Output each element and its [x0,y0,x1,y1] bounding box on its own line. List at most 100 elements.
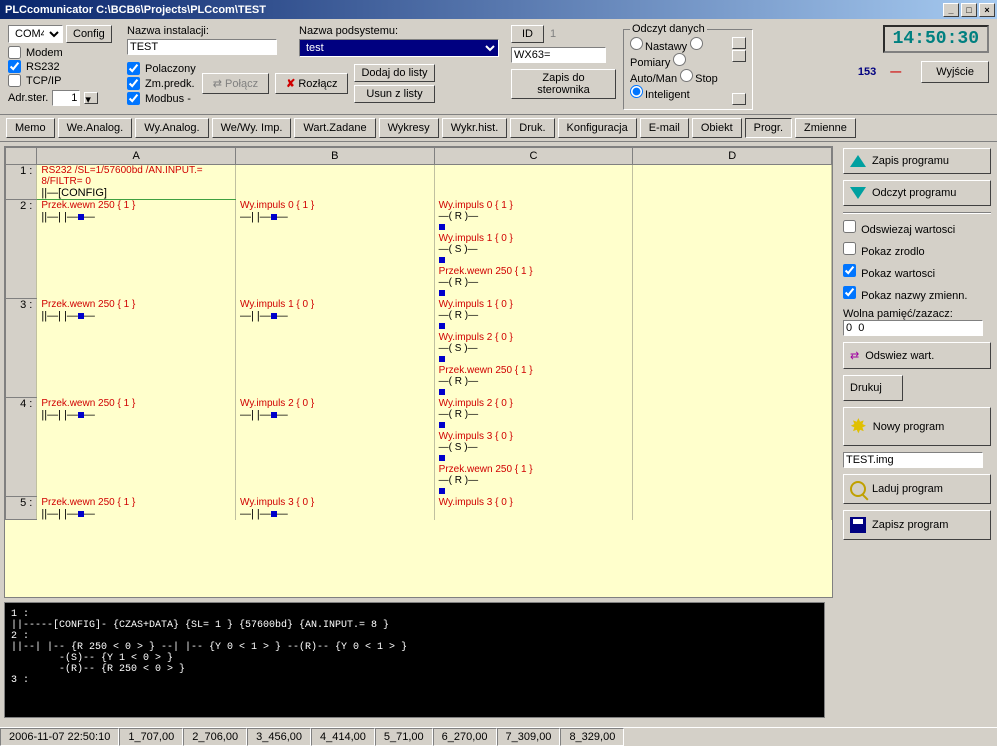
tab-memo[interactable]: Memo [6,118,55,138]
install-input[interactable] [127,39,277,55]
modem-checkbox[interactable]: Modem [8,46,115,59]
config-button[interactable]: Config [66,25,112,43]
cell-b[interactable] [236,165,435,200]
pokaz-nazwy-checkbox[interactable]: Pokaz nazwy zmienn. [843,286,991,302]
tab-obiekt[interactable]: Obiekt [692,118,742,138]
tab-wyanalog[interactable]: Wy.Analog. [135,118,208,138]
od-btn2[interactable] [732,50,746,62]
status-number: 153 [858,66,876,78]
nowy-program-button[interactable]: ✸ Nowy program [843,407,991,446]
odswiezaj-checkbox[interactable]: Odswiezaj wartosci [843,220,991,236]
wyjscie-button[interactable]: Wyjście [921,61,989,83]
tab-wykrhist[interactable]: Wykr.hist. [442,118,508,138]
pokaz-zrodlo-checkbox[interactable]: Pokaz zrodlo [843,242,991,258]
star-icon: ✸ [850,414,867,439]
status-cell: 2006-11-07 22:50:10 [0,728,119,746]
cell-b[interactable]: Wy.impuls 1 { 0 }—| |—— [236,299,435,398]
odswiez-wart-button[interactable]: ⇄ Odswiez wart. [843,342,991,369]
zapis-sterownik-button[interactable]: Zapis do sterownika [511,69,616,99]
status-cell: 6_270,00 [433,728,497,746]
close-button[interactable]: × [979,3,995,17]
tcpip-checkbox[interactable]: TCP/IP [8,74,115,87]
odczyt-programu-button[interactable]: Odczyt programu [843,180,991,206]
od-btn1[interactable] [732,37,746,49]
adr-spinner[interactable]: ▾ [84,92,98,104]
clock: 14:50:30 [883,25,989,53]
wx-input[interactable] [511,47,606,63]
col-A[interactable]: A [37,148,236,165]
drukuj-button[interactable]: Drukuj [843,375,903,401]
rownum[interactable]: 1 : [6,165,37,200]
rownum[interactable]: 4 : [6,398,37,497]
minimize-button[interactable]: _ [943,3,959,17]
cell-a[interactable]: Przek.wewn 250 { 1 }||—| |—— [37,398,236,497]
nastawy-radio[interactable]: Nastawy [630,41,687,53]
cell-d[interactable] [633,200,832,299]
polacz-button[interactable]: ⇄ Połącz [202,73,269,94]
subsys-select[interactable]: test [299,39,499,57]
stop-radio[interactable]: Stop [680,73,718,85]
cell-d[interactable] [633,165,832,200]
tab-zmienne[interactable]: Zmienne [795,118,856,138]
tab-progr[interactable]: Progr. [745,118,792,138]
rownum[interactable]: 2 : [6,200,37,299]
tab-wykresy[interactable]: Wykresy [379,118,439,138]
col-B[interactable]: B [236,148,435,165]
tab-wewyimp[interactable]: We/Wy. Imp. [212,118,292,138]
zapis-programu-button[interactable]: Zapis programu [843,148,991,174]
usun-button[interactable]: Usun z listy [354,85,434,103]
rownum[interactable]: 3 : [6,299,37,398]
status-cell: 7_309,00 [497,728,561,746]
tab-druk[interactable]: Druk. [510,118,554,138]
modbus-checkbox[interactable]: Modbus - [127,92,196,105]
laduj-program-button[interactable]: Laduj program [843,474,991,504]
polaczony-checkbox[interactable]: Polaczony [127,62,196,75]
cell-d[interactable] [633,299,832,398]
cell-c[interactable]: Wy.impuls 0 { 1 }—( R )—Wy.impuls 1 { 0 … [434,200,633,299]
cell-c[interactable]: Wy.impuls 1 { 0 }—( R )—Wy.impuls 2 { 0 … [434,299,633,398]
cell-a[interactable]: Przek.wewn 250 { 1 }||—| |—— [37,299,236,398]
maximize-button[interactable]: □ [961,3,977,17]
cell-c[interactable] [434,165,633,200]
status-cell: 8_329,00 [560,728,624,746]
cell-a[interactable]: Przek.wewn 250 { 1 }||—| |—— [37,200,236,299]
zmpredk-checkbox[interactable]: Zm.predk. [127,77,196,90]
pokaz-wartosci-checkbox[interactable]: Pokaz wartosci [843,264,991,280]
cell-b[interactable]: Wy.impuls 2 { 0 }—| |—— [236,398,435,497]
top-panel: COM4 Config Modem RS232 TCP/IP Adr.ster.… [0,19,997,115]
file-input[interactable] [843,452,983,468]
tab-wartzadane[interactable]: Wart.Zadane [294,118,375,138]
adr-input[interactable] [52,90,80,106]
cell-b[interactable]: Wy.impuls 0 { 1 }—| |—— [236,200,435,299]
rownum[interactable]: 5 : [6,497,37,520]
id-button[interactable]: ID [511,25,544,43]
tab-bar: MemoWe.Analog.Wy.Analog.We/Wy. Imp.Wart.… [0,115,997,142]
rs232-checkbox[interactable]: RS232 [8,60,115,73]
ladder-sheet[interactable]: ABCD 1 :RS232 /SL=1/57600bd /AN.INPUT.= … [4,146,833,598]
cell-a[interactable]: Przek.wewn 250 { 1 }||—| |—— [37,497,236,520]
cell-c[interactable]: Wy.impuls 2 { 0 }—( R )—Wy.impuls 3 { 0 … [434,398,633,497]
od-btn3[interactable] [732,93,746,105]
install-label: Nazwa instalacji: [127,25,289,37]
status-cell: 1_707,00 [119,728,183,746]
tab-weanalog[interactable]: We.Analog. [58,118,133,138]
cell-c[interactable]: Wy.impuls 3 { 0 } [434,497,633,520]
dodaj-button[interactable]: Dodaj do listy [354,64,434,82]
cell-b[interactable]: Wy.impuls 3 { 0 }—| |—— [236,497,435,520]
cell-d[interactable] [633,497,832,520]
window-title: PLCcomunicator C:\BCB6\Projects\PLCcom\T… [2,4,941,16]
cell-d[interactable] [633,398,832,497]
console[interactable]: 1 : ||-----[CONFIG]- {CZAS+DATA} {SL= 1 … [4,602,825,718]
wolna-input[interactable] [843,320,983,336]
inteligent-radio[interactable]: Inteligent [630,89,690,101]
com-port-select[interactable]: COM4 [8,25,63,43]
tab-konfiguracja[interactable]: Konfiguracja [558,118,637,138]
tab-email[interactable]: E-mail [640,118,689,138]
zapisz-program-button[interactable]: Zapisz program [843,510,991,540]
status-cell: 5_71,00 [375,728,433,746]
col-D[interactable]: D [633,148,832,165]
col-C[interactable]: C [434,148,633,165]
cell-a[interactable]: RS232 /SL=1/57600bd /AN.INPUT.= 8/FILTR=… [37,165,236,200]
rozlacz-button[interactable]: ✘ Rozłącz [275,73,348,94]
wolna-label: Wolna pamięć/zazacz: [843,308,953,320]
